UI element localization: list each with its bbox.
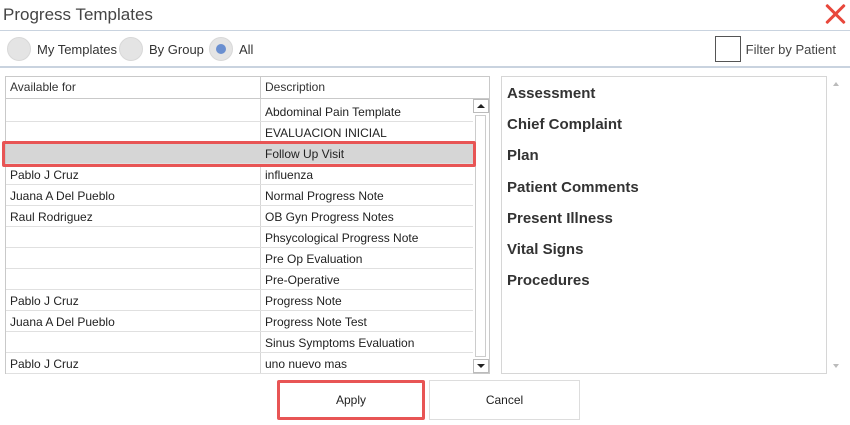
section-item[interactable]: Procedures — [507, 272, 590, 289]
column-header-description[interactable]: Description — [261, 77, 471, 98]
radio-my-templates[interactable]: My Templates — [7, 34, 117, 64]
table-row[interactable]: Pablo J Cruz Progress Note — [6, 290, 473, 311]
cell-available-for — [6, 269, 261, 289]
radio-circle-icon — [119, 37, 143, 61]
section-item[interactable]: Chief Complaint — [507, 116, 622, 133]
radio-checked-icon — [209, 37, 233, 61]
table-body: Abdominal Pain Template EVALUACION INICIA… — [6, 99, 473, 374]
section-item[interactable]: Vital Signs — [507, 241, 583, 258]
apply-button[interactable]: Apply — [277, 380, 425, 420]
cell-description: EVALUACION INICIAL — [265, 126, 387, 140]
cell-available-for: Juana A Del Pueblo — [6, 185, 261, 205]
cell-available-for: Pablo J Cruz — [6, 290, 261, 310]
cell-available-for — [6, 122, 261, 142]
close-icon[interactable] — [824, 3, 846, 25]
cell-description: Follow Up Visit — [265, 147, 345, 161]
table-row[interactable]: Juana A Del Pueblo Normal Progress Note — [6, 185, 473, 206]
radio-circle-icon — [7, 37, 31, 61]
table-row[interactable]: Raul Rodriguez OB Gyn Progress Notes — [6, 206, 473, 227]
table-row[interactable]: EVALUACION INICIAL — [6, 122, 473, 143]
cancel-button[interactable]: Cancel — [429, 380, 580, 420]
cell-available-for: Pablo J Cruz — [6, 353, 261, 373]
scroll-thumb[interactable] — [475, 115, 486, 357]
cell-description: uno nuevo mas — [265, 357, 348, 371]
table-row[interactable]: Follow Up Visit — [6, 143, 473, 164]
scroll-up-icon[interactable] — [473, 99, 489, 113]
cell-available-for — [6, 99, 261, 121]
radio-label: All — [239, 41, 254, 57]
section-item[interactable]: Assessment — [507, 85, 595, 102]
table-header: Available for Description — [6, 77, 489, 99]
radio-all[interactable]: All — [209, 34, 253, 64]
title-bar: Progress Templates — [0, 0, 850, 31]
cell-available-for: Pablo J Cruz — [6, 164, 261, 184]
cell-available-for: Raul Rodriguez — [6, 206, 261, 226]
window-title: Progress Templates — [3, 5, 153, 24]
filter-bar: My Templates By Group All Filter by Pati… — [0, 31, 850, 68]
scroll-up-icon[interactable] — [833, 82, 839, 86]
table-row[interactable]: Pablo J Cruz uno nuevo mas — [6, 353, 473, 374]
table-row[interactable]: Pre Op Evaluation — [6, 248, 473, 269]
filter-by-patient-checkbox[interactable] — [714, 36, 741, 62]
cell-description: Progress Note — [265, 294, 342, 308]
cell-available-for: Juana A Del Pueblo — [6, 311, 261, 331]
cell-available-for — [6, 248, 261, 268]
section-item[interactable]: Present Illness — [507, 210, 613, 227]
section-item[interactable]: Patient Comments — [507, 179, 639, 196]
radio-label: My Templates — [37, 41, 117, 57]
cell-available-for — [6, 332, 261, 352]
cell-description: Normal Progress Note — [265, 189, 384, 203]
cell-description: Phsycological Progress Note — [265, 231, 419, 245]
cell-description: Pre-Operative — [265, 273, 340, 287]
section-item[interactable]: Plan — [507, 147, 539, 164]
table-row[interactable]: Abdominal Pain Template — [6, 99, 473, 122]
cell-description: influenza — [265, 168, 314, 182]
cell-description: Abdominal Pain Template — [265, 105, 401, 119]
template-sections-panel: Assessment Chief Complaint Plan Patient Com… — [501, 76, 827, 374]
cell-available-for — [6, 143, 261, 163]
table-row[interactable]: Pablo J Cruz influenza — [6, 164, 473, 185]
radio-by-group[interactable]: By Group — [119, 34, 204, 64]
table-row[interactable]: Phsycological Progress Note — [6, 227, 473, 248]
cell-description: Pre Op Evaluation — [265, 252, 363, 266]
cell-description: Sinus Symptoms Evaluation — [265, 336, 415, 350]
table-row[interactable]: Juana A Del Pueblo Progress Note Test — [6, 311, 473, 332]
cell-description: Progress Note Test — [265, 315, 367, 329]
filter-by-patient-label: Filter by Patient — [745, 41, 836, 57]
templates-table: Available for Description Abdominal Pain… — [5, 76, 490, 374]
scroll-down-icon[interactable] — [473, 359, 489, 373]
scroll-down-icon[interactable] — [833, 364, 839, 368]
table-scrollbar[interactable] — [473, 99, 489, 373]
radio-label: By Group — [149, 41, 204, 57]
cell-description: OB Gyn Progress Notes — [265, 210, 394, 224]
column-header-available-for[interactable]: Available for — [6, 77, 261, 98]
table-row[interactable]: Pre-Operative — [6, 269, 473, 290]
cell-available-for — [6, 227, 261, 247]
filter-by-patient: Filter by Patient — [714, 36, 836, 62]
sections-scrollbar[interactable] — [829, 76, 845, 374]
table-row[interactable]: Sinus Symptoms Evaluation — [6, 332, 473, 353]
